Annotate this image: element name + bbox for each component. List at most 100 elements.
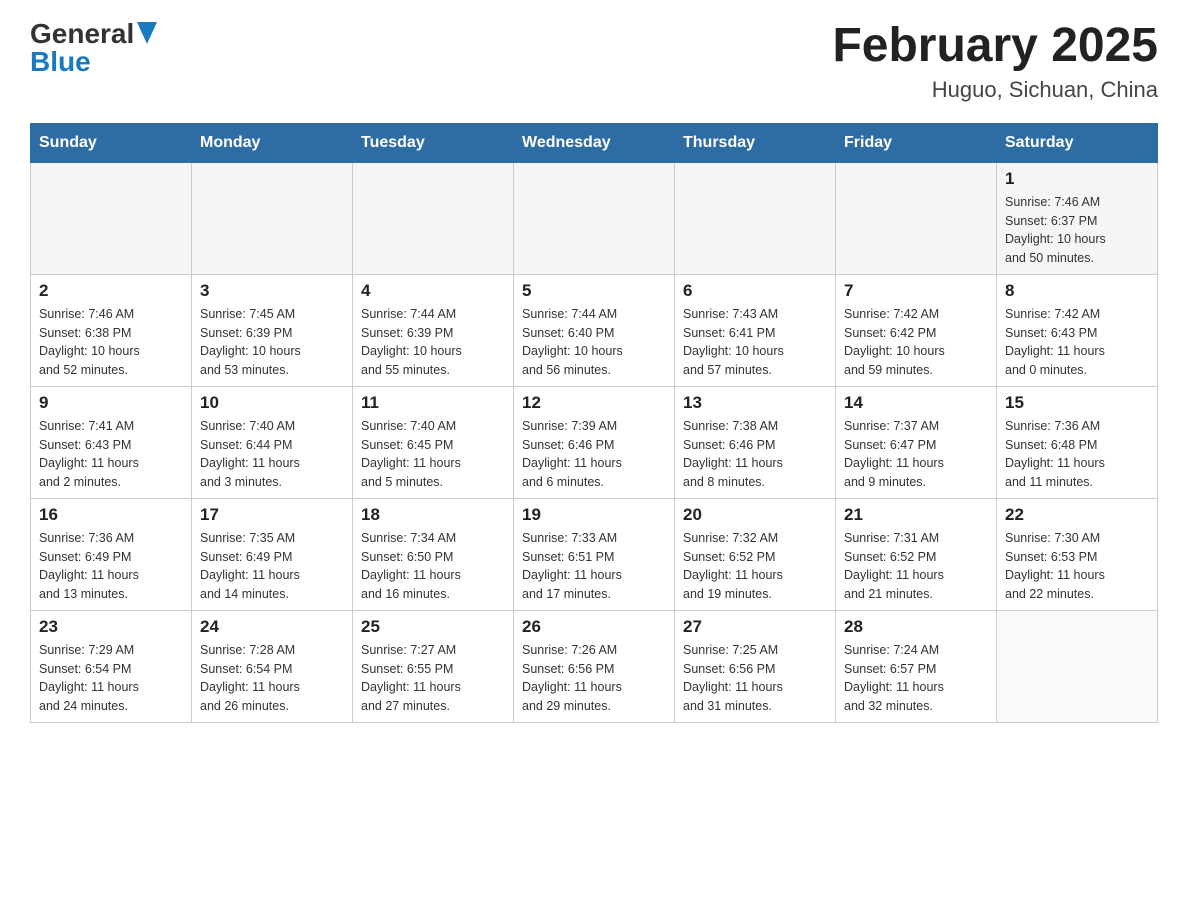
calendar-title: February 2025 — [832, 20, 1158, 73]
day-cell: 8 Sunrise: 7:42 AM Sunset: 6:43 PM Daylig… — [997, 274, 1158, 386]
column-header-saturday: Saturday — [997, 123, 1158, 162]
week-row-5: 23 Sunrise: 7:29 AM Sunset: 6:54 PM Dayli… — [31, 610, 1158, 722]
day-number: 22 — [1005, 505, 1149, 525]
day-info: Sunrise: 7:46 AM Sunset: 6:38 PM Dayligh… — [39, 305, 183, 380]
day-cell: 27 Sunrise: 7:25 AM Sunset: 6:56 PM Dayli… — [675, 610, 836, 722]
day-info: Sunrise: 7:40 AM Sunset: 6:45 PM Dayligh… — [361, 417, 505, 492]
day-cell — [31, 162, 192, 274]
day-cell: 25 Sunrise: 7:27 AM Sunset: 6:55 PM Dayli… — [353, 610, 514, 722]
day-info: Sunrise: 7:46 AM Sunset: 6:37 PM Dayligh… — [1005, 193, 1149, 268]
day-cell: 10Sunrise: 7:40 AM Sunset: 6:44 PM Dayli… — [192, 386, 353, 498]
day-cell: 2 Sunrise: 7:46 AM Sunset: 6:38 PM Daylig… — [31, 274, 192, 386]
day-info: Sunrise: 7:27 AM Sunset: 6:55 PM Dayligh… — [361, 641, 505, 716]
day-info: Sunrise: 7:44 AM Sunset: 6:39 PM Dayligh… — [361, 305, 505, 380]
day-info: Sunrise: 7:24 AM Sunset: 6:57 PM Dayligh… — [844, 641, 988, 716]
day-info: Sunrise: 7:42 AM Sunset: 6:42 PM Dayligh… — [844, 305, 988, 380]
day-cell: 14 Sunrise: 7:37 AM Sunset: 6:47 PM Dayli… — [836, 386, 997, 498]
day-info: Sunrise: 7:30 AM Sunset: 6:53 PM Dayligh… — [1005, 529, 1149, 604]
day-cell — [192, 162, 353, 274]
column-header-sunday: Sunday — [31, 123, 192, 162]
logo-arrow-icon — [137, 22, 157, 44]
day-number: 27 — [683, 617, 827, 637]
logo-general-text: General — [30, 20, 134, 48]
day-cell: 24Sunrise: 7:28 AM Sunset: 6:54 PM Dayli… — [192, 610, 353, 722]
day-cell: 20 Sunrise: 7:32 AM Sunset: 6:52 PM Dayli… — [675, 498, 836, 610]
day-number: 17 — [200, 505, 344, 525]
day-info: Sunrise: 7:42 AM Sunset: 6:43 PM Dayligh… — [1005, 305, 1149, 380]
day-info: Sunrise: 7:29 AM Sunset: 6:54 PM Dayligh… — [39, 641, 183, 716]
day-number: 11 — [361, 393, 505, 413]
day-cell — [997, 610, 1158, 722]
day-number: 28 — [844, 617, 988, 637]
day-number: 10 — [200, 393, 344, 413]
day-cell: 16Sunrise: 7:36 AM Sunset: 6:49 PM Dayli… — [31, 498, 192, 610]
column-header-tuesday: Tuesday — [353, 123, 514, 162]
day-cell: 15 Sunrise: 7:36 AM Sunset: 6:48 PM Dayli… — [997, 386, 1158, 498]
week-row-1: 1 Sunrise: 7:46 AM Sunset: 6:37 PM Daylig… — [31, 162, 1158, 274]
day-cell: 6 Sunrise: 7:43 AM Sunset: 6:41 PM Daylig… — [675, 274, 836, 386]
day-info: Sunrise: 7:28 AM Sunset: 6:54 PM Dayligh… — [200, 641, 344, 716]
week-row-2: 2 Sunrise: 7:46 AM Sunset: 6:38 PM Daylig… — [31, 274, 1158, 386]
day-cell: 28 Sunrise: 7:24 AM Sunset: 6:57 PM Dayli… — [836, 610, 997, 722]
week-row-3: 9 Sunrise: 7:41 AM Sunset: 6:43 PM Daylig… — [31, 386, 1158, 498]
day-number: 8 — [1005, 281, 1149, 301]
day-cell: 18 Sunrise: 7:34 AM Sunset: 6:50 PM Dayli… — [353, 498, 514, 610]
day-number: 9 — [39, 393, 183, 413]
week-row-4: 16Sunrise: 7:36 AM Sunset: 6:49 PM Dayli… — [31, 498, 1158, 610]
day-info: Sunrise: 7:43 AM Sunset: 6:41 PM Dayligh… — [683, 305, 827, 380]
column-header-friday: Friday — [836, 123, 997, 162]
day-cell: 22 Sunrise: 7:30 AM Sunset: 6:53 PM Dayli… — [997, 498, 1158, 610]
day-cell — [675, 162, 836, 274]
day-cell: 26Sunrise: 7:26 AM Sunset: 6:56 PM Dayli… — [514, 610, 675, 722]
location: Huguo, Sichuan, China — [832, 77, 1158, 103]
day-number: 23 — [39, 617, 183, 637]
day-number: 4 — [361, 281, 505, 301]
day-info: Sunrise: 7:25 AM Sunset: 6:56 PM Dayligh… — [683, 641, 827, 716]
day-cell: 7 Sunrise: 7:42 AM Sunset: 6:42 PM Daylig… — [836, 274, 997, 386]
column-header-thursday: Thursday — [675, 123, 836, 162]
day-cell: 17 Sunrise: 7:35 AM Sunset: 6:49 PM Dayli… — [192, 498, 353, 610]
day-cell: 4 Sunrise: 7:44 AM Sunset: 6:39 PM Daylig… — [353, 274, 514, 386]
day-cell: 5Sunrise: 7:44 AM Sunset: 6:40 PM Daylig… — [514, 274, 675, 386]
day-info: Sunrise: 7:44 AM Sunset: 6:40 PM Dayligh… — [522, 305, 666, 380]
day-number: 19 — [522, 505, 666, 525]
day-cell — [353, 162, 514, 274]
title-block: February 2025 Huguo, Sichuan, China — [832, 20, 1158, 103]
day-number: 6 — [683, 281, 827, 301]
day-number: 3 — [200, 281, 344, 301]
day-info: Sunrise: 7:41 AM Sunset: 6:43 PM Dayligh… — [39, 417, 183, 492]
day-cell: 11 Sunrise: 7:40 AM Sunset: 6:45 PM Dayli… — [353, 386, 514, 498]
day-number: 20 — [683, 505, 827, 525]
day-number: 15 — [1005, 393, 1149, 413]
day-cell: 1 Sunrise: 7:46 AM Sunset: 6:37 PM Daylig… — [997, 162, 1158, 274]
day-info: Sunrise: 7:38 AM Sunset: 6:46 PM Dayligh… — [683, 417, 827, 492]
day-info: Sunrise: 7:45 AM Sunset: 6:39 PM Dayligh… — [200, 305, 344, 380]
day-info: Sunrise: 7:31 AM Sunset: 6:52 PM Dayligh… — [844, 529, 988, 604]
day-number: 13 — [683, 393, 827, 413]
day-cell: 3 Sunrise: 7:45 AM Sunset: 6:39 PM Daylig… — [192, 274, 353, 386]
day-number: 16 — [39, 505, 183, 525]
day-number: 18 — [361, 505, 505, 525]
day-info: Sunrise: 7:26 AM Sunset: 6:56 PM Dayligh… — [522, 641, 666, 716]
day-number: 12 — [522, 393, 666, 413]
day-info: Sunrise: 7:35 AM Sunset: 6:49 PM Dayligh… — [200, 529, 344, 604]
day-number: 2 — [39, 281, 183, 301]
day-cell: 13 Sunrise: 7:38 AM Sunset: 6:46 PM Dayli… — [675, 386, 836, 498]
day-cell: 19 Sunrise: 7:33 AM Sunset: 6:51 PM Dayli… — [514, 498, 675, 610]
day-number: 25 — [361, 617, 505, 637]
page-header: General Blue February 2025 Huguo, Sichua… — [30, 20, 1158, 103]
day-number: 14 — [844, 393, 988, 413]
column-header-monday: Monday — [192, 123, 353, 162]
day-info: Sunrise: 7:34 AM Sunset: 6:50 PM Dayligh… — [361, 529, 505, 604]
day-number: 7 — [844, 281, 988, 301]
day-cell: 9 Sunrise: 7:41 AM Sunset: 6:43 PM Daylig… — [31, 386, 192, 498]
logo-blue-text: Blue — [30, 46, 91, 77]
calendar-header-row: SundayMondayTuesdayWednesdayThursdayFrid… — [31, 123, 1158, 162]
day-cell: 21Sunrise: 7:31 AM Sunset: 6:52 PM Dayli… — [836, 498, 997, 610]
day-info: Sunrise: 7:33 AM Sunset: 6:51 PM Dayligh… — [522, 529, 666, 604]
day-info: Sunrise: 7:36 AM Sunset: 6:48 PM Dayligh… — [1005, 417, 1149, 492]
day-number: 1 — [1005, 169, 1149, 189]
day-cell — [514, 162, 675, 274]
day-info: Sunrise: 7:37 AM Sunset: 6:47 PM Dayligh… — [844, 417, 988, 492]
day-info: Sunrise: 7:32 AM Sunset: 6:52 PM Dayligh… — [683, 529, 827, 604]
